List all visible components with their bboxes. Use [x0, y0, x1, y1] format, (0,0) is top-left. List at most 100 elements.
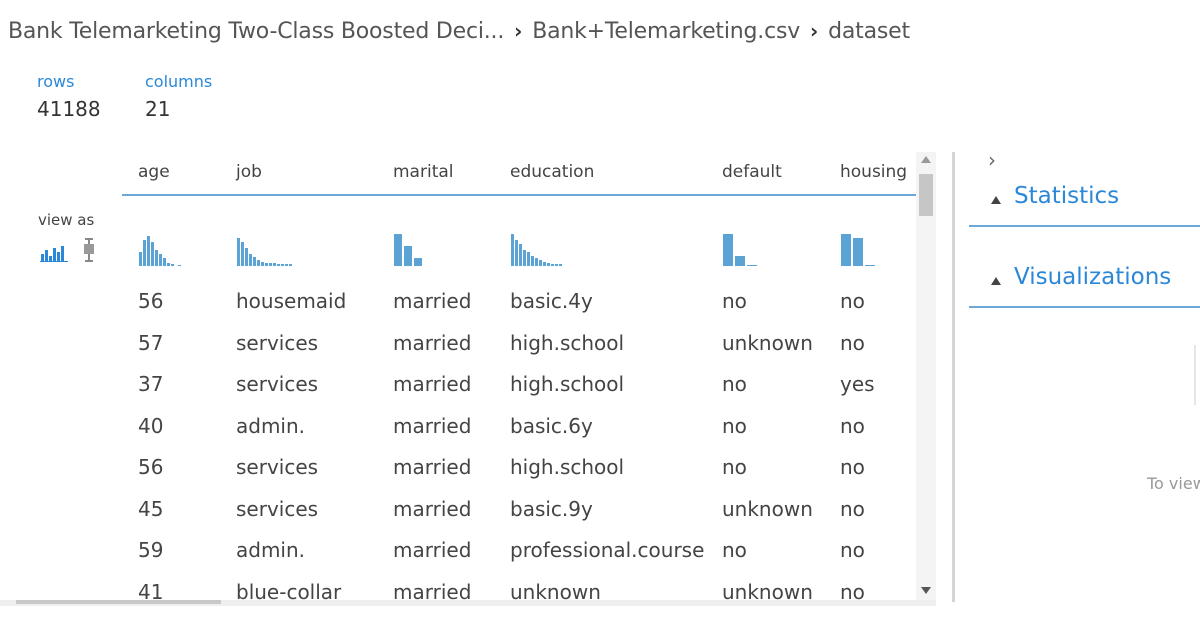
table-cell: admin. [236, 413, 306, 438]
histogram-bar [515, 240, 518, 266]
histogram-bar [139, 252, 142, 266]
breadcrumb: Bank Telemarketing Two-Class Boosted Dec… [8, 16, 910, 46]
histogram-bar [163, 258, 166, 266]
column-histogram[interactable] [510, 218, 590, 266]
column-header[interactable]: job [236, 162, 262, 182]
table-cell: no [840, 496, 865, 521]
table-cell: services [236, 496, 319, 521]
histogram-bar [394, 234, 402, 266]
column-histogram[interactable] [722, 218, 802, 266]
table-cell: no [840, 579, 865, 603]
histogram-bar [531, 256, 534, 266]
table-cell: professional.course [510, 538, 705, 562]
histogram-bar [404, 246, 412, 266]
table-cell: no [722, 372, 747, 396]
histogram-bar [285, 264, 288, 266]
section-divider [969, 306, 1200, 308]
section-divider [969, 225, 1200, 227]
histogram-bar [519, 244, 522, 266]
table-cell: blue-collar [236, 579, 342, 603]
visualization-area-edge [1194, 345, 1196, 405]
section-statistics[interactable]: Statistics [969, 183, 1200, 227]
scroll-up-icon[interactable] [921, 156, 931, 163]
vertical-scrollbar[interactable] [916, 152, 936, 602]
histogram-bar [143, 240, 146, 266]
chevron-right-icon: › [514, 19, 523, 43]
histogram-bar [511, 234, 514, 266]
chevron-right-icon[interactable]: › [988, 148, 996, 172]
histogram-bar [523, 250, 526, 266]
histogram-bar [555, 264, 558, 266]
histogram-bar [551, 264, 554, 266]
table-cell: married [393, 579, 472, 603]
rows-value: 41188 [37, 97, 101, 121]
table-cell: unknown [722, 496, 813, 521]
table-cell: unknown [510, 579, 601, 603]
view-as-toggle [40, 238, 96, 262]
table-cell: basic.4y [510, 289, 593, 313]
histogram-bar [543, 262, 546, 266]
horizontal-scroll-thumb[interactable] [16, 600, 221, 604]
scroll-down-icon[interactable] [921, 587, 931, 594]
column-histogram[interactable] [236, 218, 316, 266]
histogram-bar [281, 264, 284, 266]
column-histogram[interactable] [138, 218, 218, 266]
histogram-bar [249, 254, 252, 266]
table-cell: married [393, 538, 472, 562]
table-cell: 56 [138, 455, 164, 479]
chevron-right-icon: › [810, 19, 819, 43]
histogram-bar [747, 265, 757, 266]
table-cell: housemaid [236, 289, 347, 313]
histogram-bar [261, 262, 264, 266]
histogram-bar [865, 265, 875, 266]
histogram-bar [547, 263, 550, 266]
breadcrumb-experiment[interactable]: Bank Telemarketing Two-Class Boosted Dec… [8, 19, 504, 44]
table-cell: 40 [138, 413, 164, 438]
histogram-icon[interactable] [40, 242, 68, 262]
table-cell: 41 [138, 579, 164, 603]
table-cell: yes [840, 372, 875, 396]
table-cell: no [840, 538, 865, 562]
columns-stat: columns 21 [145, 72, 212, 121]
horizontal-scrollbar[interactable] [0, 600, 936, 606]
table-cell: admin. [236, 538, 306, 562]
table-cell: 59 [138, 538, 164, 562]
table-cell: married [393, 372, 472, 396]
boxplot-icon[interactable] [82, 238, 96, 262]
breadcrumb-dataset-file[interactable]: Bank+Telemarketing.csv [532, 19, 800, 44]
histogram-bar [723, 234, 733, 266]
table-cell: high.school [510, 372, 625, 396]
histogram-bar [277, 264, 280, 266]
histogram-bar [535, 258, 538, 266]
view-as-label: view as [38, 211, 95, 229]
histogram-bar [241, 242, 244, 266]
section-visualizations[interactable]: Visualizations [969, 264, 1200, 308]
column-header[interactable]: marital [393, 162, 454, 182]
rows-stat: rows 41188 [37, 72, 101, 121]
histogram-bar [841, 234, 851, 266]
histogram-bar [159, 254, 162, 266]
histogram-bar [155, 250, 158, 266]
histogram-bar [414, 258, 422, 266]
panel-splitter[interactable] [952, 152, 955, 602]
column-header[interactable]: default [722, 162, 782, 182]
expand-triangle-icon [991, 277, 1001, 285]
table-cell: services [236, 455, 319, 479]
column-histogram[interactable] [840, 218, 916, 266]
column-header[interactable]: age [138, 162, 170, 182]
column-header[interactable]: education [510, 162, 594, 182]
visualizations-title: Visualizations [1014, 264, 1172, 290]
column-histogram[interactable] [393, 218, 473, 266]
dataset-grid: age 56 57 37 40 56 45 59 41 job housemaid services s… [122, 152, 916, 602]
histogram-bar [527, 252, 530, 266]
histogram-bar [559, 264, 562, 266]
table-cell: married [393, 330, 472, 355]
vertical-scroll-thumb[interactable] [919, 174, 933, 216]
table-cell: no [840, 455, 865, 479]
column-header[interactable]: housing [840, 162, 907, 182]
breadcrumb-current: dataset [828, 18, 910, 44]
histogram-bar [289, 264, 292, 266]
visualization-hint: To view [1147, 474, 1200, 493]
histogram-bar [151, 242, 154, 266]
table-cell: married [393, 413, 472, 438]
